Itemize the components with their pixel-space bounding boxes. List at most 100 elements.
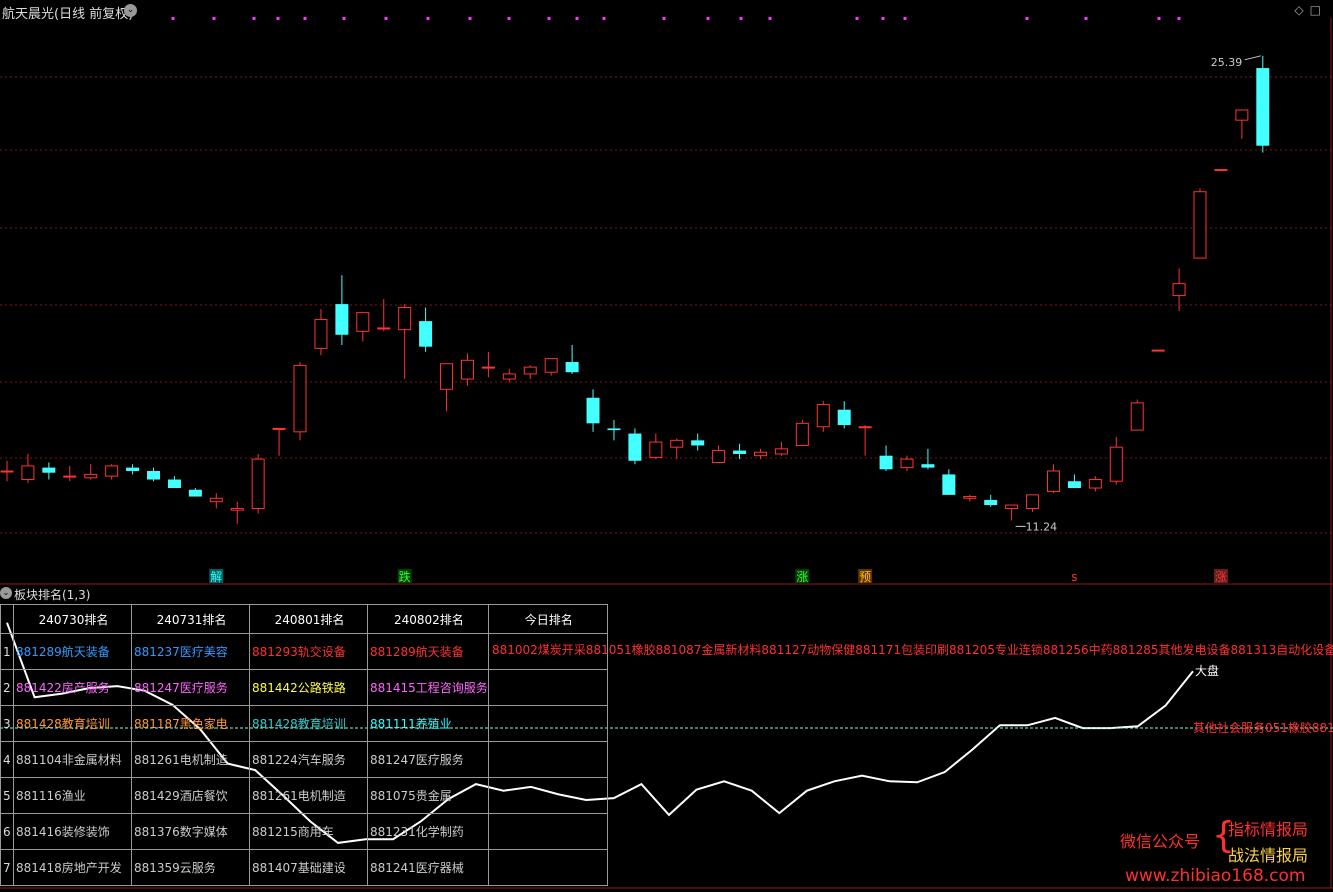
signal-label: 涨 xyxy=(796,569,808,584)
table-header: 今日排名 xyxy=(487,604,608,634)
table-cell: 881407基础建设 xyxy=(249,849,368,886)
candle-body xyxy=(377,327,391,330)
candle-body xyxy=(921,464,935,468)
watermark-url: www.zhibiao168.com xyxy=(1125,866,1306,886)
chevron-down-icon[interactable]: ⌄ xyxy=(124,4,137,17)
table-cell: 881111养殖业 xyxy=(367,705,489,742)
candle-body xyxy=(586,397,600,424)
table-cell: 881416装修装饰 xyxy=(13,813,132,850)
table-cell xyxy=(487,813,608,850)
candle-body xyxy=(1193,191,1207,259)
candle-body xyxy=(649,441,663,458)
table-cell xyxy=(487,669,608,706)
table-row[interactable]: 4 881104非金属材料 881261电机制造 881224汽车服务 881247医疗… xyxy=(0,741,608,778)
table-header xyxy=(0,604,14,634)
candle-body xyxy=(251,458,265,509)
candle-body xyxy=(21,465,35,481)
table-cell: 881237医疗美容 xyxy=(131,633,250,670)
table-cell: 881293轨交设备 xyxy=(249,633,368,670)
table-row[interactable]: 7 881418房地产开发 881359云服务 881407基础建设 881241医疗器… xyxy=(0,849,608,886)
marker-dot xyxy=(903,17,907,20)
table-cell xyxy=(487,741,608,778)
candle-body xyxy=(42,467,56,473)
table-cell: 881231化学制药 xyxy=(367,813,489,850)
candle-body xyxy=(502,373,516,380)
candle-body xyxy=(230,507,244,511)
table-cell: 881429酒店餐饮 xyxy=(131,777,250,814)
table-cell: 881442公路铁路 xyxy=(249,669,368,706)
row-number: 6 xyxy=(0,813,14,850)
candle-body xyxy=(1256,68,1270,146)
candle-body xyxy=(795,422,809,446)
table-cell: 881415工程咨询服务 xyxy=(367,669,489,706)
table-row[interactable]: 5 881116渔业 881429酒店餐饮 881261电机制造 881075贵金属 xyxy=(0,777,608,814)
table-cell: 881428教育培训 xyxy=(13,705,132,742)
table-row[interactable]: 6 881416装修装饰 881376数字媒体 881215商用车 881231化学制药 xyxy=(0,813,608,850)
window-icons[interactable]: ◇□ xyxy=(1294,3,1327,17)
sub-panel-title: 板块排名(1,3) xyxy=(14,588,91,602)
candle-body xyxy=(942,474,956,495)
candle-body xyxy=(1047,470,1060,492)
candle-body xyxy=(1172,283,1186,297)
candle-body xyxy=(167,479,181,489)
signal-label: 跌 xyxy=(399,569,411,584)
marker-dot xyxy=(547,17,551,20)
row-number: 7 xyxy=(0,849,14,886)
table-cell: 881376数字媒体 xyxy=(131,813,250,850)
candle-body xyxy=(1005,504,1019,509)
marker-dot xyxy=(384,17,388,20)
candle-body xyxy=(460,359,474,380)
candle-body xyxy=(816,404,830,428)
candle-body xyxy=(356,312,370,332)
table-cell: 881422房产服务 xyxy=(13,669,132,706)
candle-body xyxy=(900,458,914,469)
table-row[interactable]: 3 881428教育培训 881187黑色家电 881428教育培训 881111养殖业 xyxy=(0,705,608,742)
marker-dot xyxy=(171,17,175,20)
candle-body xyxy=(147,471,161,480)
row-number: 3 xyxy=(0,705,14,742)
chevron-down-icon[interactable]: ⌄ xyxy=(0,587,12,599)
candle-body xyxy=(1130,402,1144,431)
candle-body xyxy=(105,465,119,477)
watermark-line1: 微信公众号 xyxy=(1120,832,1201,851)
table-cell: 881104非金属材料 xyxy=(13,741,132,778)
table-cell xyxy=(487,777,608,814)
table-header: 240731排名 xyxy=(131,604,250,634)
candle-body xyxy=(837,409,851,426)
candle-body xyxy=(963,496,977,499)
candle-body xyxy=(126,467,140,472)
signal-label: 预 xyxy=(859,570,871,584)
candle-body xyxy=(1026,494,1040,509)
candle-body xyxy=(188,489,202,497)
table-cell: 881075贵金属 xyxy=(367,777,489,814)
candle-body xyxy=(0,470,14,473)
table-cell: 881247医疗服务 xyxy=(367,741,489,778)
marker-dot xyxy=(276,17,280,20)
table-cell: 881428教育培训 xyxy=(249,705,368,742)
marker-dot xyxy=(706,17,710,20)
high-pointer xyxy=(1244,55,1261,61)
table-cell: 881116渔业 xyxy=(13,777,132,814)
candle-body xyxy=(335,304,349,335)
today-rank-row1: 881002煤炭开采881051橡胶881087金属新材料881127动物保健8… xyxy=(492,643,1333,657)
watermark-line3: 战法情报局 xyxy=(1228,846,1309,865)
series-label: 大盘 xyxy=(1195,663,1219,678)
marker-dot xyxy=(602,17,606,20)
row-number: 2 xyxy=(0,669,14,706)
table-cell: 881187黑色家电 xyxy=(131,705,250,742)
candle-body xyxy=(712,450,726,463)
table-cell: 881215商用车 xyxy=(249,813,368,850)
low-label: 11.24 xyxy=(1026,520,1058,533)
marker-dot xyxy=(662,17,666,20)
table-cell: 881261电机制造 xyxy=(131,741,250,778)
table-header: 240801排名 xyxy=(249,604,368,634)
table-header: 240802排名 xyxy=(367,604,489,634)
candle-body xyxy=(753,451,767,457)
marker-dot xyxy=(252,17,256,20)
table-row[interactable]: 2 881422房产服务 881247医疗服务 881442公路铁路 881415工程咨… xyxy=(0,669,608,706)
candle-body xyxy=(398,307,412,331)
table-cell: 881418房地产开发 xyxy=(13,849,132,886)
signal-label: s xyxy=(1071,570,1077,584)
candle-body xyxy=(1088,479,1102,489)
candle-body xyxy=(774,448,788,455)
